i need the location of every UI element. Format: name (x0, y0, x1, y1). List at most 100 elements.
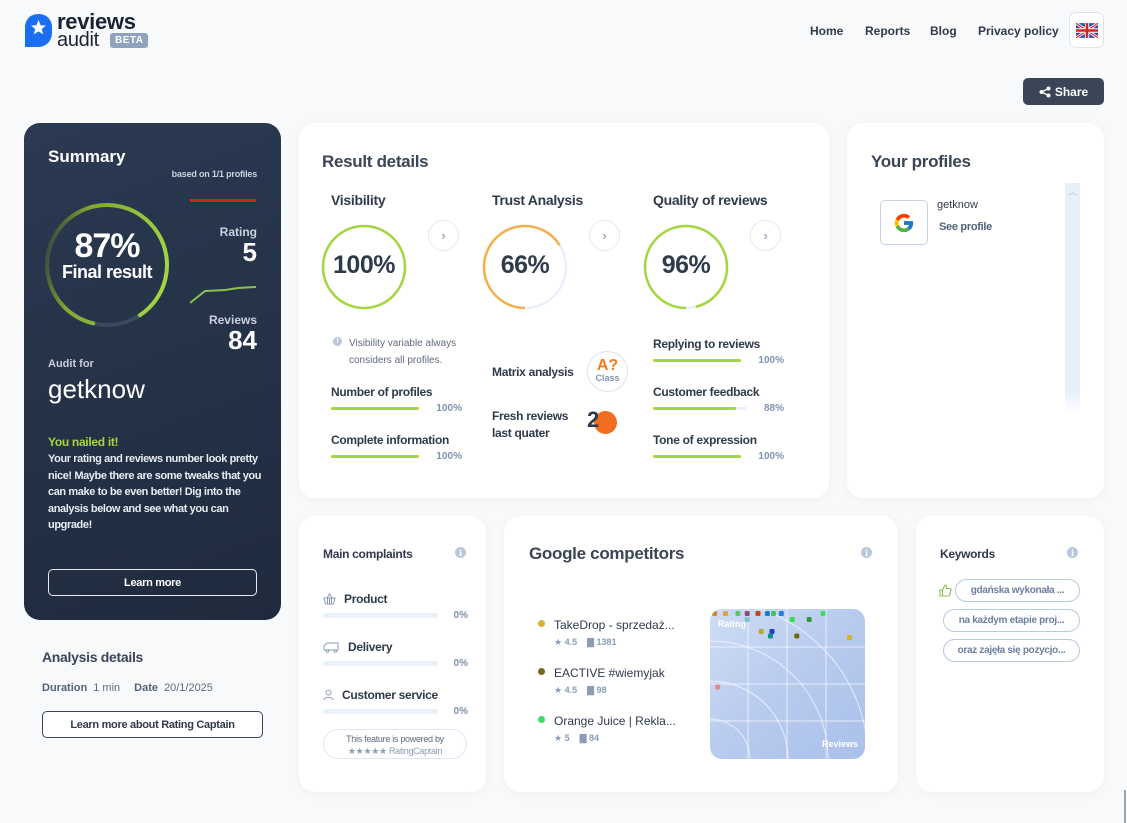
person-icon (323, 689, 334, 701)
complaint-product: Product (323, 592, 388, 606)
info-icon[interactable]: i (861, 547, 872, 558)
summary-card: Summary based on 1/1 profiles 87% Final … (24, 123, 281, 620)
chart-point[interactable] (768, 633, 773, 639)
chart-point[interactable] (735, 611, 741, 616)
metric-customer-feedback-bar (653, 407, 747, 410)
metric-number-of-profiles-label: Number of profiles (331, 385, 433, 399)
chart-point[interactable] (744, 611, 750, 616)
chart-point[interactable] (755, 611, 761, 616)
share-button[interactable]: Share (1023, 78, 1104, 105)
chart-point[interactable] (847, 635, 852, 640)
nav-reports-link[interactable]: Reports (865, 24, 910, 38)
chart-point[interactable] (715, 684, 721, 690)
keywords-card: Keywords i gdańska wykonała ... na każdy… (916, 516, 1104, 792)
nav-privacy-policy[interactable]: Privacy policy (978, 24, 1059, 38)
nav-reports[interactable]: Reports (865, 24, 910, 38)
audit-for-label: Audit for (48, 358, 94, 370)
star-icon: ★ 5 (554, 733, 570, 743)
see-profile-link[interactable]: See profile (939, 221, 992, 233)
visibility-details-button[interactable]: › (428, 220, 459, 251)
google-icon (894, 213, 914, 232)
language-selector[interactable] (1069, 12, 1104, 48)
keyword-chip[interactable]: na każdym etapie proj... (943, 609, 1080, 632)
complaint-product-label: Product (344, 592, 388, 606)
fresh-reviews-label-2: last quater (492, 426, 550, 440)
main-complaints-card: Main complaints i Product 0% Delivery 0%… (299, 516, 486, 792)
competitor-color-dot (538, 620, 545, 627)
chart-point[interactable] (806, 617, 812, 622)
chart-y-label: Rating (718, 619, 746, 629)
chart-point[interactable] (769, 629, 775, 634)
metric-tone-value: 100% (758, 451, 784, 462)
nav-privacy-link[interactable]: Privacy policy (978, 24, 1059, 38)
keyword-chip[interactable]: gdańska wykonała ... (955, 579, 1080, 602)
comment-icon: ▇ 1381 (587, 637, 617, 647)
matrix-class-sub: Class (595, 373, 620, 383)
visibility-title: Visibility (331, 192, 386, 208)
chart-point[interactable] (771, 611, 776, 616)
learn-more-button[interactable]: Learn more (48, 569, 257, 596)
chart-point[interactable] (764, 611, 770, 616)
summary-title: Summary (48, 147, 126, 166)
bar-fill (331, 407, 419, 410)
competitor-rating: 5 (564, 733, 570, 743)
duration-value: 1 min (93, 682, 121, 694)
rating-value: 5 (242, 237, 257, 267)
scroll-up-icon[interactable]: ︿ (1065, 185, 1080, 198)
nav-blog[interactable]: Blog (930, 24, 957, 38)
logo[interactable]: reviews audit BETA (24, 9, 154, 52)
quality-details-button[interactable]: › (750, 220, 781, 251)
competitor-reviews: 98 (596, 685, 607, 695)
bar-fill (653, 455, 741, 458)
chevron-right-icon: › (441, 228, 446, 243)
page-scrollbar[interactable] (1124, 790, 1126, 823)
chart-point[interactable] (820, 611, 826, 616)
comment-icon: ▇ 98 (587, 685, 607, 695)
final-result-label: Final result (61, 262, 153, 282)
info-icon[interactable]: i (1067, 547, 1078, 558)
profile-name: getknow (937, 199, 978, 211)
nav-home[interactable]: Home (810, 24, 843, 38)
uk-flag-icon (1075, 22, 1098, 38)
info-icon: ! (333, 337, 342, 346)
competitor-meta: ★ 4.5 ▇ 1381 (554, 637, 617, 648)
basket-icon (323, 593, 336, 605)
google-competitors-title: Google competitors (529, 544, 685, 563)
logo-star-icon (25, 14, 52, 47)
google-profile-logo[interactable] (880, 200, 928, 245)
metric-customer-feedback-value: 88% (763, 403, 784, 414)
keyword-chip[interactable]: oraz zajęła się pozycjo... (943, 639, 1080, 662)
main-complaints-title: Main complaints (323, 547, 413, 561)
nav-blog-link[interactable]: Blog (930, 24, 957, 38)
based-on-text: based on 1/1 profiles (171, 169, 258, 179)
competitor-meta: ★ 4.5 ▇ 98 (554, 685, 607, 696)
trust-details-button[interactable]: › (589, 220, 620, 251)
chart-point[interactable] (712, 611, 718, 616)
profiles-scrollbar[interactable]: ︿ (1065, 183, 1080, 413)
learn-more-rating-captain-button[interactable]: Learn more about Rating Captain (42, 711, 263, 738)
comment-icon: ▇ 84 (579, 733, 600, 743)
metric-complete-information-bar (331, 455, 419, 458)
nav-home-link[interactable]: Home (810, 24, 843, 38)
chart-point[interactable] (794, 633, 800, 639)
chevron-right-icon: › (602, 228, 607, 243)
complaint-delivery: Delivery (323, 640, 393, 654)
chart-point[interactable] (758, 629, 764, 634)
analysis-details-title: Analysis details (42, 649, 144, 665)
info-icon[interactable]: i (455, 547, 466, 558)
chart-point[interactable] (778, 611, 784, 616)
competitor-color-dot (538, 716, 545, 723)
metric-replying-label: Replying to reviews (653, 337, 760, 351)
bar-fill (653, 359, 741, 362)
chart-point[interactable] (723, 611, 728, 616)
competitor-rating: 4.5 (564, 685, 578, 695)
complaint-delivery-label: Delivery (348, 640, 393, 654)
truck-icon (323, 642, 339, 653)
quality-title: Quality of reviews (653, 192, 768, 208)
chart-point[interactable] (789, 617, 795, 622)
chevron-right-icon: › (763, 228, 768, 243)
powered-by-badge[interactable]: This feature is powered by ★★★★★ RatingC… (323, 729, 467, 759)
star-icon: ★ 4.5 (554, 637, 578, 647)
matrix-analysis-label: Matrix analysis (492, 365, 574, 379)
competitor-name: EACTIVE #wiemyjak (554, 666, 665, 680)
